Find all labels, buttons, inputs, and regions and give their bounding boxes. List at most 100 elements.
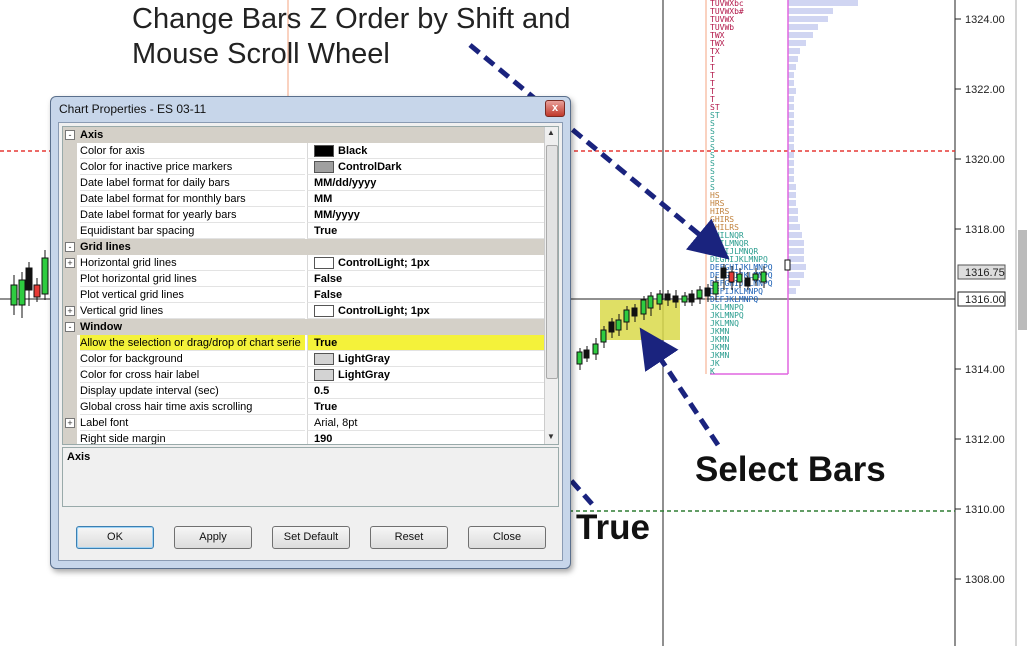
scroll-up-icon[interactable]: ▲ [547,128,555,137]
set-default-button[interactable]: Set Default [272,526,350,549]
property-value[interactable]: MM/yyyy [307,207,546,223]
property-category[interactable]: - Axis [63,127,545,143]
property-value-text: 190 [314,433,333,445]
apply-button[interactable]: Apply [174,526,252,549]
property-row[interactable]: Date label format for monthly bars MM [63,191,546,207]
property-row[interactable]: Plot vertical grid lines False [63,287,546,303]
property-row[interactable]: Plot horizontal grid lines False [63,271,546,287]
current-price-label: 1316.00 [965,294,1005,306]
property-row[interactable]: Right side margin 190 [63,431,546,445]
property-row[interactable]: + Horizontal grid lines ControlLight; 1px [63,255,546,271]
property-value-text: MM [314,193,333,205]
color-swatch [314,305,334,317]
property-name: Equidistant bar spacing [80,223,305,239]
annotation-select-bars: Select Bars [695,450,886,489]
property-value[interactable]: 0.5 [307,383,546,399]
dialog-title: Chart Properties - ES 03-11 [59,102,207,116]
property-value[interactable]: ControlDark [307,159,546,175]
price-label: 1318.00 [965,224,1005,236]
property-value[interactable]: True [307,335,546,351]
property-name: Vertical grid lines [80,303,305,319]
property-name: Date label format for yearly bars [80,207,305,223]
property-grid-scrollbar[interactable]: ▲ ▼ [544,127,558,444]
chart-properties-dialog: Chart Properties - ES 03-11 x - Axis Color… [50,96,571,569]
property-category[interactable]: - Grid lines [63,239,545,255]
dialog-titlebar[interactable]: Chart Properties - ES 03-11 x [51,97,570,121]
price-label: 1320.00 [965,154,1005,166]
property-value[interactable]: False [307,287,546,303]
scroll-down-icon[interactable]: ▼ [547,432,555,441]
property-name: Plot vertical grid lines [80,287,305,303]
arrow-to-selection [639,327,721,447]
reset-button[interactable]: Reset [370,526,448,549]
property-row[interactable]: Equidistant bar spacing True [63,223,546,239]
property-value-text: False [314,273,343,285]
property-name: Plot horizontal grid lines [80,271,305,287]
price-label: 1324.00 [965,14,1005,26]
property-value[interactable]: False [307,271,546,287]
chart-scrollbar[interactable] [1018,230,1027,330]
row-gutter [63,287,77,303]
row-gutter [63,335,77,351]
property-row[interactable]: Color for background LightGray [63,351,546,367]
row-gutter [63,399,77,415]
property-row[interactable]: Color for axis Black [63,143,546,159]
property-value-text: ControlLight; 1px [338,305,430,317]
property-value[interactable]: ControlLight; 1px [307,255,546,271]
property-row[interactable]: Date label format for yearly bars MM/yyyy [63,207,546,223]
row-gutter [63,367,77,383]
property-row[interactable]: Color for cross hair label LightGray [63,367,546,383]
property-name: Date label format for daily bars [80,175,305,191]
property-value[interactable]: Black [307,143,546,159]
collapse-icon[interactable]: - [65,322,75,332]
property-value[interactable]: True [307,223,546,239]
price-label: 1322.00 [965,84,1005,96]
property-row[interactable]: Display update interval (sec) 0.5 [63,383,546,399]
property-name: Color for axis [80,143,305,159]
property-row[interactable]: Date label format for daily bars MM/dd/yy… [63,175,546,191]
property-grid[interactable]: - Axis Color for axis Black Color for inacti… [62,126,559,445]
property-value[interactable]: LightGray [307,351,546,367]
scroll-thumb[interactable] [546,145,558,379]
property-value-text: ControlLight; 1px [338,257,430,269]
row-gutter [63,431,77,444]
property-row[interactable]: Allow the selection or drag/drop of char… [63,335,546,351]
color-swatch [314,353,334,365]
property-row[interactable]: Color for inactive price markers ControlD… [63,159,546,175]
property-value[interactable]: MM [307,191,546,207]
property-value[interactable]: 190 [307,431,546,445]
expand-icon[interactable]: + [65,258,75,268]
collapse-icon[interactable]: - [65,242,75,252]
expand-icon[interactable]: + [65,306,75,316]
property-value[interactable]: True [307,399,546,415]
price-label: 1314.00 [965,364,1005,376]
price-marker-label: 1316.75 [965,267,1005,279]
property-value[interactable]: ControlLight; 1px [307,303,546,319]
property-row[interactable]: + Vertical grid lines ControlLight; 1px [63,303,546,319]
close-button[interactable]: Close [468,526,546,549]
property-row[interactable]: + Label font Arial, 8pt [63,415,546,431]
annotation-true: True [576,508,650,547]
row-gutter [63,143,77,159]
close-icon[interactable]: x [545,100,565,117]
ok-button[interactable]: OK [76,526,154,549]
row-gutter [63,271,77,287]
property-value-text: True [314,401,338,413]
description-panel: Axis [62,447,559,507]
property-value[interactable]: LightGray [307,367,546,383]
property-value[interactable]: MM/dd/yyyy [307,175,546,191]
property-name: Right side margin [80,431,305,444]
property-value-text: MM/yyyy [314,209,360,221]
expand-icon[interactable]: + [65,418,75,428]
row-gutter [63,175,77,191]
property-category[interactable]: - Window [63,319,545,335]
row-gutter [63,191,77,207]
collapse-icon[interactable]: - [65,130,75,140]
dialog-body: - Axis Color for axis Black Color for inacti… [58,122,563,561]
property-value[interactable]: Arial, 8pt [307,415,546,431]
annotation-change-order: Change Bars Z Order by Shift and Mouse S… [132,2,570,72]
row-gutter [63,207,77,223]
property-value-text: True [314,225,338,237]
property-value-text: MM/dd/yyyy [314,177,377,189]
property-row[interactable]: Global cross hair time axis scrolling Tru… [63,399,546,415]
